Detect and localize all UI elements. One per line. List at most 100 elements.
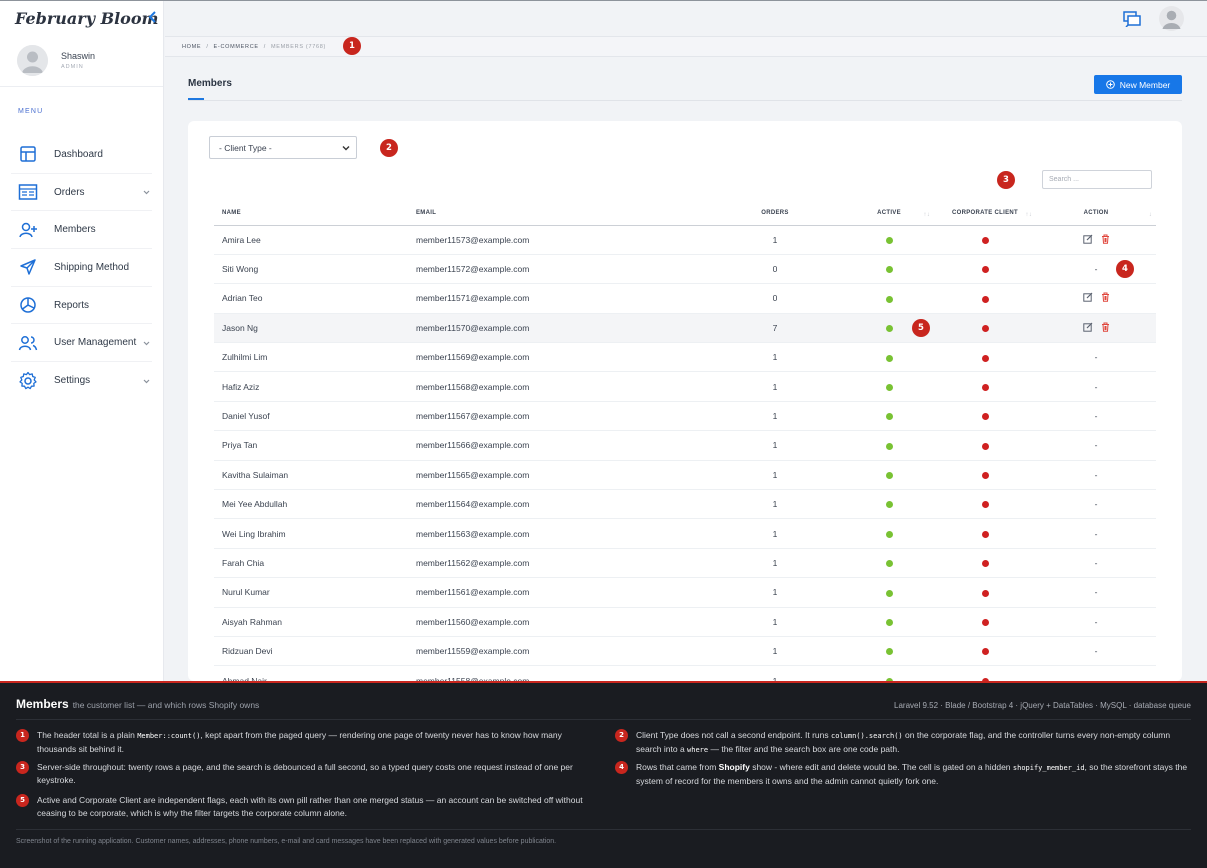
active-cell xyxy=(844,489,934,520)
table-row[interactable]: Adrian Teo member11571@example.com 0 xyxy=(214,283,1156,314)
active-status-dot xyxy=(885,413,893,421)
table-row[interactable]: Farah Chia member11562@example.com 1 - xyxy=(214,548,1156,579)
orders-icon xyxy=(16,182,40,202)
user-plus-icon xyxy=(16,220,40,240)
column-header-email[interactable]: EMAIL xyxy=(416,201,706,226)
table-row[interactable]: Ridzuan Devi member11559@example.com 1 - xyxy=(214,636,1156,667)
table-row[interactable]: Aisyah Rahman member11560@example.com 1 - xyxy=(214,607,1156,637)
sidebar-collapse-icon[interactable] xyxy=(147,10,159,24)
active-cell xyxy=(844,283,934,314)
active-cell xyxy=(844,401,934,432)
brand-logo[interactable]: February Bloom xyxy=(15,9,158,28)
search-input[interactable]: Search ... xyxy=(1042,170,1152,189)
user-avatar-icon[interactable] xyxy=(1159,6,1184,36)
table-row[interactable]: Jason Ng member11570@example.com 7 xyxy=(214,313,1156,344)
corporate-cell xyxy=(934,430,1036,461)
delete-icon[interactable] xyxy=(1101,234,1110,246)
table-row[interactable]: Siti Wong member11572@example.com 0 - xyxy=(214,254,1156,285)
edit-icon[interactable] xyxy=(1082,234,1093,246)
active-status-dot xyxy=(885,383,893,391)
sort-icon: ↑↓ xyxy=(923,212,930,218)
corporate-cell xyxy=(934,313,1036,344)
column-header-corporate[interactable]: CORPORATE CLIENT ↑↓ xyxy=(934,201,1036,226)
note-text: Shopify xyxy=(718,762,750,772)
table-row[interactable]: Wei Ling Ibrahim member11563@example.com 1… xyxy=(214,518,1156,549)
title-underline xyxy=(188,98,204,100)
table-row[interactable]: Zulhilmi Lim member11569@example.com 1 - xyxy=(214,342,1156,373)
table-row[interactable]: Mei Yee Abdullah member11564@example.com 1… xyxy=(214,489,1156,520)
member-name: Farah Chia xyxy=(214,548,416,579)
action-cell xyxy=(1036,283,1156,314)
member-email: member11569@example.com xyxy=(416,342,706,373)
sidebar-item-dashboard[interactable]: Dashboard xyxy=(11,136,152,174)
user-profile[interactable]: Shaswin ADMIN xyxy=(0,35,163,87)
client-type-select[interactable]: - Client Type - xyxy=(209,136,357,159)
delete-icon[interactable] xyxy=(1101,322,1110,334)
member-orders: 1 xyxy=(706,460,844,491)
column-header-orders[interactable]: ORDERS xyxy=(706,201,844,226)
corporate-status-dot xyxy=(981,589,989,597)
column-header-name[interactable]: NAME xyxy=(214,201,416,226)
sidebar-item-orders[interactable]: Orders xyxy=(11,174,152,212)
member-name: Daniel Yusof xyxy=(214,401,416,432)
column-header-active[interactable]: ACTIVE ↑↓ xyxy=(844,201,934,226)
sidebar-item-reports[interactable]: Reports xyxy=(11,287,152,325)
corporate-status-dot xyxy=(981,501,989,509)
action-cell: - xyxy=(1036,518,1156,549)
sidebar-item-label: Settings xyxy=(54,375,91,387)
member-email: member11568@example.com xyxy=(416,371,706,402)
members-table: NAME EMAIL ORDERS ACTIVE ↑↓ CORPORATE CLI… xyxy=(214,201,1156,696)
breadcrumb-home[interactable]: HOME xyxy=(182,44,201,50)
member-name: Wei Ling Ibrahim xyxy=(214,518,416,549)
corporate-status-dot xyxy=(981,619,989,627)
client-type-value: - Client Type - xyxy=(219,142,272,153)
active-status-dot xyxy=(885,589,893,597)
note-2: 2 Client Type does not call a second endp… xyxy=(615,729,1190,757)
sidebar-item-label: Shipping Method xyxy=(54,261,130,273)
active-status-dot xyxy=(885,501,893,509)
note-marker: 1 xyxy=(16,729,29,742)
sidebar-item-settings[interactable]: Settings xyxy=(11,362,152,400)
active-cell xyxy=(844,577,934,608)
sidebar-item-members[interactable]: Members xyxy=(11,211,152,250)
active-cell xyxy=(844,518,934,549)
corporate-status-dot xyxy=(981,236,989,244)
table-row[interactable]: Priya Tan member11566@example.com 1 - xyxy=(214,430,1156,461)
gear-icon xyxy=(16,371,40,391)
active-status-dot xyxy=(885,530,893,538)
member-name: Aisyah Rahman xyxy=(214,607,416,637)
sidebar-item-shipping-method[interactable]: Shipping Method xyxy=(11,249,152,287)
table-row[interactable]: Hafiz Aziz member11568@example.com 1 - xyxy=(214,371,1156,402)
table-row[interactable]: Nurul Kumar member11561@example.com 1 - xyxy=(214,577,1156,608)
breadcrumb: HOME / E-COMMERCE / MEMBERS (7768) xyxy=(165,36,1207,57)
note-marker: 3 xyxy=(16,761,29,774)
code-snippet: shopify_member_id xyxy=(1012,764,1085,772)
member-name: Hafiz Aziz xyxy=(214,371,416,402)
corporate-cell xyxy=(934,254,1036,285)
member-email: member11564@example.com xyxy=(416,489,706,520)
delete-icon[interactable] xyxy=(1101,292,1110,304)
active-status-dot xyxy=(885,648,893,656)
edit-icon[interactable] xyxy=(1082,292,1093,304)
chevron-down-icon xyxy=(342,144,350,154)
column-header-action[interactable]: ACTION ↓ xyxy=(1036,201,1156,226)
sidebar-item-user-management[interactable]: User Management xyxy=(11,324,152,363)
corporate-status-dot xyxy=(981,648,989,656)
table-row[interactable]: Kavitha Sulaiman member11565@example.com 1… xyxy=(214,460,1156,491)
chat-icon[interactable] xyxy=(1123,10,1141,32)
member-name: Mei Yee Abdullah xyxy=(214,489,416,520)
member-email: member11560@example.com xyxy=(416,607,706,637)
member-orders: 0 xyxy=(706,254,844,285)
user-role: ADMIN xyxy=(61,64,84,70)
table-row[interactable]: Amira Lee member11573@example.com 1 xyxy=(214,225,1156,255)
active-status-dot xyxy=(885,560,893,568)
new-member-button[interactable]: New Member xyxy=(1094,75,1182,94)
table-row[interactable]: Daniel Yusof member11567@example.com 1 - xyxy=(214,401,1156,432)
edit-icon[interactable] xyxy=(1082,322,1093,334)
note-text: — the filter and the search box are one … xyxy=(708,744,900,754)
member-name: Nurul Kumar xyxy=(214,577,416,608)
app-root: February Bloom Shaswin ADMIN MENU Dashbo… xyxy=(0,0,1207,868)
page-header: Members New Member xyxy=(188,57,1182,101)
corporate-status-dot xyxy=(981,295,989,303)
breadcrumb-section[interactable]: E-COMMERCE xyxy=(214,44,259,50)
